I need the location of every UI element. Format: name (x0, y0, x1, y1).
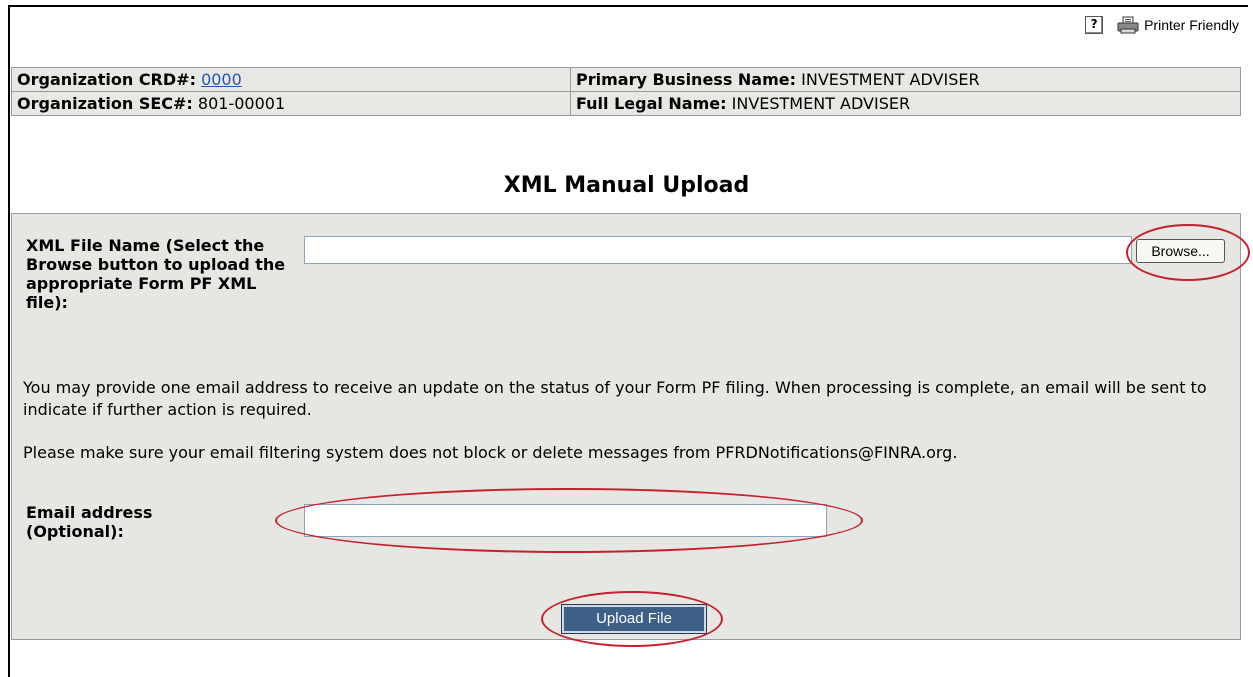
legal-name-cell: Full Legal Name: INVESTMENT ADVISER (570, 91, 1241, 116)
primary-name-cell: Primary Business Name: INVESTMENT ADVISE… (570, 67, 1241, 92)
browse-button[interactable]: Browse... (1136, 239, 1225, 263)
email-address-label: Email address (Optional): (26, 503, 153, 541)
crd-label: Organization CRD#: (17, 70, 196, 89)
table-row: Organization CRD#: 0000 Primary Business… (11, 67, 1241, 92)
crd-link[interactable]: 0000 (201, 70, 242, 89)
help-icon[interactable]: ? (1085, 16, 1104, 34)
file-name-input[interactable] (304, 236, 1132, 264)
sec-cell: Organization SEC#: 801-00001 (11, 91, 571, 116)
primary-name-label: Primary Business Name: (576, 70, 797, 89)
legal-name-value: INVESTMENT ADVISER (731, 94, 911, 113)
organization-info-table: Organization CRD#: 0000 Primary Business… (11, 67, 1241, 116)
sec-value: 801-00001 (197, 94, 286, 113)
sec-label: Organization SEC#: (17, 94, 193, 113)
file-name-label: XML File Name (Select the Browse button … (26, 236, 286, 312)
crd-cell: Organization CRD#: 0000 (11, 67, 571, 92)
primary-name-value: INVESTMENT ADVISER (801, 70, 980, 89)
email-address-input[interactable] (304, 504, 827, 537)
upload-panel: XML File Name (Select the Browse button … (11, 213, 1241, 640)
printer-friendly-link[interactable]: Printer Friendly (1144, 17, 1239, 33)
email-info-text: You may provide one email address to rec… (23, 378, 1207, 419)
email-filter-text: Please make sure your email filtering sy… (23, 443, 958, 462)
upload-file-button[interactable]: Upload File (561, 604, 707, 634)
page-title: XML Manual Upload (503, 173, 750, 198)
table-row: Organization SEC#: 801-00001 Full Legal … (11, 91, 1241, 116)
legal-name-label: Full Legal Name: (576, 94, 727, 113)
toolbar: ? Printer Friendly (1085, 16, 1239, 34)
printer-icon[interactable] (1117, 16, 1139, 34)
